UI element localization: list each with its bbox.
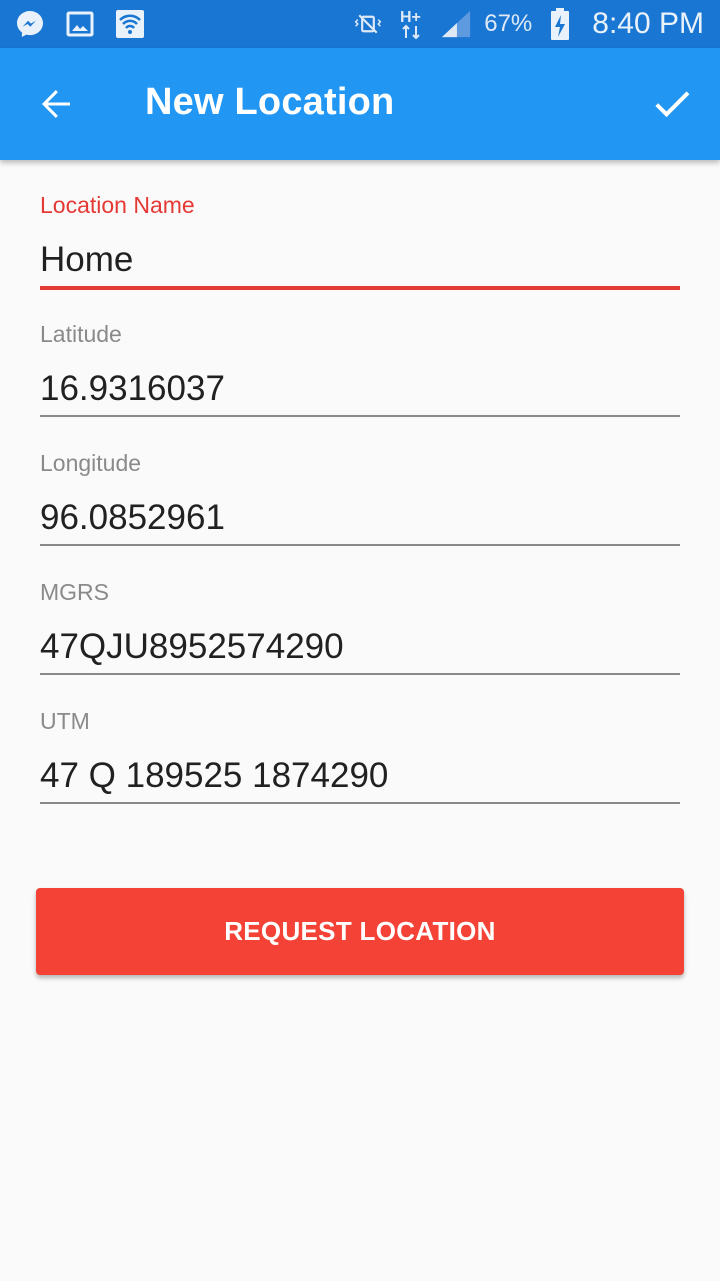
vibrate-icon	[352, 8, 384, 40]
longitude-label: Longitude	[40, 450, 142, 476]
longitude-underline	[40, 544, 680, 546]
image-icon	[64, 8, 96, 40]
svg-text:H+: H+	[400, 9, 421, 26]
location-name-field: Location Name	[40, 190, 680, 319]
utm-field: UTM	[40, 706, 680, 835]
mgrs-input[interactable]	[40, 621, 680, 673]
status-bar-notifications	[14, 8, 146, 40]
longitude-field: Longitude	[40, 448, 680, 577]
utm-input[interactable]	[40, 750, 680, 802]
status-bar-system: H+ 67% 8:40 PM	[352, 0, 704, 48]
status-bar: H+ 67% 8:40 PM	[0, 0, 720, 48]
longitude-input[interactable]	[40, 492, 680, 544]
wifi-icon	[114, 8, 146, 40]
messenger-icon	[14, 8, 46, 40]
battery-charging-icon	[544, 8, 576, 40]
latitude-field: Latitude	[40, 319, 680, 448]
h-plus-data-icon: H+	[396, 8, 428, 40]
check-icon	[652, 84, 692, 129]
location-form: Location Name Latitude Longitude MGRS UT…	[40, 190, 680, 835]
app-bar: New Location	[0, 48, 720, 160]
mgrs-field: MGRS	[40, 577, 680, 706]
page-title: New Location	[145, 81, 395, 123]
location-name-label: Location Name	[40, 192, 195, 218]
request-location-button[interactable]: REQUEST LOCATION	[36, 888, 684, 975]
battery-percent: 67%	[484, 10, 533, 37]
utm-label: UTM	[40, 708, 90, 734]
latitude-input[interactable]	[40, 363, 680, 415]
signal-icon	[440, 8, 472, 40]
utm-underline	[40, 802, 680, 804]
arrow-back-icon	[38, 86, 74, 127]
latitude-underline	[40, 415, 680, 417]
mgrs-label: MGRS	[40, 579, 109, 605]
save-button[interactable]	[648, 82, 696, 130]
back-button[interactable]	[34, 84, 78, 128]
latitude-label: Latitude	[40, 321, 122, 347]
location-name-underline	[40, 286, 680, 290]
mgrs-underline	[40, 673, 680, 675]
clock: 8:40 PM	[592, 7, 704, 40]
location-name-input[interactable]	[40, 234, 680, 286]
